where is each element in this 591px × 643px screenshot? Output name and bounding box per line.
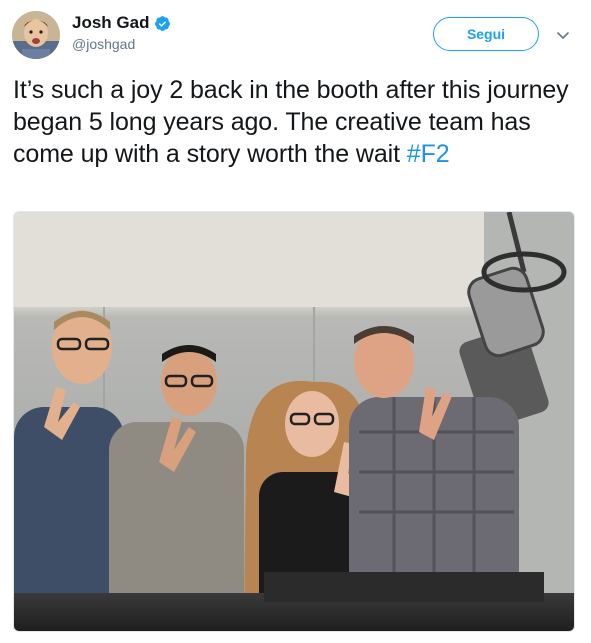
verified-badge-icon	[155, 15, 171, 31]
tweet-body: It’s such a joy 2 back in the booth afte…	[13, 76, 569, 168]
tweet-photo[interactable]	[13, 211, 575, 632]
hashtag-link[interactable]: #F2	[407, 140, 450, 168]
follow-button[interactable]: Segui	[433, 17, 539, 51]
avatar-photo-icon	[12, 11, 60, 59]
author-name-row: Josh Gad	[72, 13, 171, 33]
tweet-text: It’s such a joy 2 back in the booth afte…	[13, 74, 573, 170]
display-name[interactable]: Josh Gad	[72, 13, 149, 33]
recording-booth-photo	[14, 212, 574, 631]
author-handle[interactable]: @joshgad	[72, 36, 135, 52]
tweet-header: Josh Gad @joshgad Segui	[12, 11, 579, 63]
avatar[interactable]	[12, 11, 60, 59]
chevron-down-icon[interactable]	[555, 27, 571, 43]
